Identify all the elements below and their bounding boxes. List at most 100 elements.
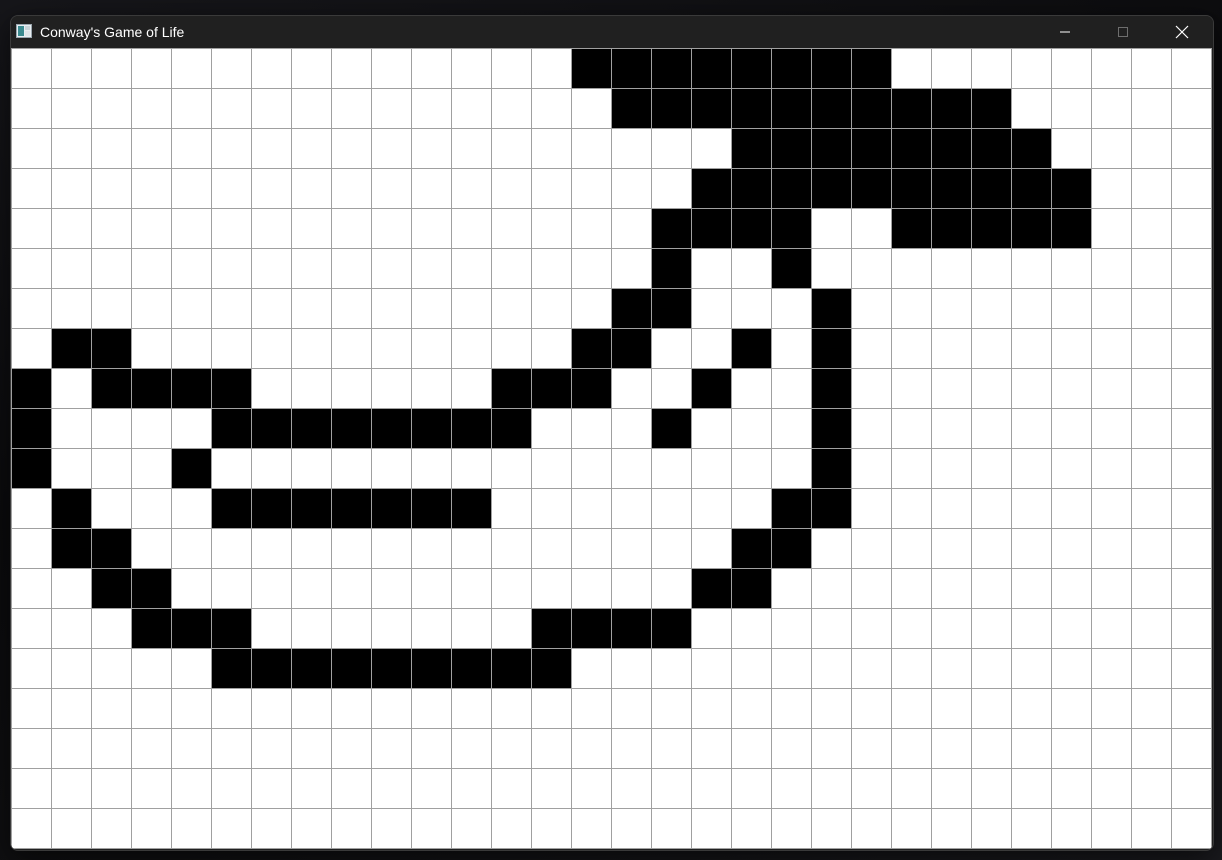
cell-dead[interactable] (1171, 488, 1211, 528)
cell-dead[interactable] (251, 728, 291, 768)
cell-dead[interactable] (891, 48, 931, 88)
cell-alive[interactable] (691, 208, 731, 248)
cell-dead[interactable] (291, 568, 331, 608)
cell-dead[interactable] (971, 288, 1011, 328)
cell-dead[interactable] (491, 488, 531, 528)
cell-alive[interactable] (811, 368, 851, 408)
cell-dead[interactable] (891, 568, 931, 608)
cell-dead[interactable] (731, 728, 771, 768)
cell-dead[interactable] (1051, 608, 1091, 648)
cell-alive[interactable] (11, 448, 51, 488)
cell-dead[interactable] (731, 808, 771, 848)
cell-grid[interactable] (11, 48, 1212, 849)
cell-dead[interactable] (371, 168, 411, 208)
cell-dead[interactable] (1131, 128, 1171, 168)
cell-dead[interactable] (931, 688, 971, 728)
cell-alive[interactable] (771, 248, 811, 288)
cell-dead[interactable] (131, 488, 171, 528)
cell-dead[interactable] (851, 248, 891, 288)
cell-alive[interactable] (251, 408, 291, 448)
cell-dead[interactable] (651, 728, 691, 768)
cell-dead[interactable] (331, 248, 371, 288)
cell-dead[interactable] (1051, 48, 1091, 88)
cell-alive[interactable] (611, 288, 651, 328)
cell-dead[interactable] (491, 328, 531, 368)
cell-dead[interactable] (531, 448, 571, 488)
cell-dead[interactable] (1091, 768, 1131, 808)
cell-dead[interactable] (331, 208, 371, 248)
cell-dead[interactable] (1011, 88, 1051, 128)
cell-dead[interactable] (611, 408, 651, 448)
cell-dead[interactable] (1051, 288, 1091, 328)
cell-alive[interactable] (171, 608, 211, 648)
cell-dead[interactable] (731, 368, 771, 408)
cell-dead[interactable] (1171, 128, 1211, 168)
cell-dead[interactable] (131, 48, 171, 88)
cell-alive[interactable] (691, 88, 731, 128)
cell-dead[interactable] (291, 328, 331, 368)
cell-alive[interactable] (971, 168, 1011, 208)
cell-alive[interactable] (571, 48, 611, 88)
cell-dead[interactable] (891, 448, 931, 488)
cell-dead[interactable] (411, 368, 451, 408)
cell-dead[interactable] (1171, 168, 1211, 208)
cell-dead[interactable] (1091, 408, 1131, 448)
cell-dead[interactable] (411, 608, 451, 648)
cell-dead[interactable] (851, 608, 891, 648)
cell-dead[interactable] (771, 768, 811, 808)
cell-dead[interactable] (531, 128, 571, 168)
cell-dead[interactable] (651, 488, 691, 528)
cell-dead[interactable] (611, 728, 651, 768)
cell-dead[interactable] (331, 168, 371, 208)
cell-dead[interactable] (11, 568, 51, 608)
cell-dead[interactable] (171, 168, 211, 208)
close-button[interactable] (1152, 16, 1212, 48)
cell-dead[interactable] (91, 288, 131, 328)
cell-dead[interactable] (171, 648, 211, 688)
cell-dead[interactable] (251, 288, 291, 328)
cell-dead[interactable] (1171, 568, 1211, 608)
cell-alive[interactable] (211, 488, 251, 528)
cell-dead[interactable] (971, 488, 1011, 528)
cell-dead[interactable] (331, 568, 371, 608)
cell-alive[interactable] (291, 488, 331, 528)
cell-dead[interactable] (291, 168, 331, 208)
cell-dead[interactable] (771, 728, 811, 768)
cell-dead[interactable] (651, 168, 691, 208)
cell-dead[interactable] (651, 688, 691, 728)
cell-alive[interactable] (331, 408, 371, 448)
cell-dead[interactable] (1051, 448, 1091, 488)
cell-dead[interactable] (1091, 808, 1131, 848)
cell-dead[interactable] (51, 208, 91, 248)
cell-alive[interactable] (491, 648, 531, 688)
cell-dead[interactable] (531, 328, 571, 368)
cell-dead[interactable] (571, 288, 611, 328)
cell-dead[interactable] (731, 408, 771, 448)
cell-dead[interactable] (1011, 568, 1051, 608)
cell-dead[interactable] (131, 728, 171, 768)
cell-dead[interactable] (491, 128, 531, 168)
cell-dead[interactable] (1091, 288, 1131, 328)
cell-dead[interactable] (851, 408, 891, 448)
cell-alive[interactable] (611, 88, 651, 128)
cell-dead[interactable] (251, 808, 291, 848)
cell-dead[interactable] (811, 208, 851, 248)
cell-dead[interactable] (811, 528, 851, 568)
cell-dead[interactable] (731, 448, 771, 488)
cell-dead[interactable] (91, 168, 131, 208)
cell-dead[interactable] (891, 608, 931, 648)
cell-dead[interactable] (1011, 248, 1051, 288)
cell-dead[interactable] (931, 808, 971, 848)
cell-dead[interactable] (1051, 488, 1091, 528)
cell-dead[interactable] (211, 88, 251, 128)
cell-alive[interactable] (731, 168, 771, 208)
cell-alive[interactable] (411, 488, 451, 528)
cell-dead[interactable] (131, 768, 171, 808)
cell-dead[interactable] (771, 288, 811, 328)
cell-dead[interactable] (11, 288, 51, 328)
cell-dead[interactable] (971, 688, 1011, 728)
cell-dead[interactable] (651, 808, 691, 848)
cell-dead[interactable] (1131, 648, 1171, 688)
cell-dead[interactable] (1011, 808, 1051, 848)
cell-dead[interactable] (131, 328, 171, 368)
